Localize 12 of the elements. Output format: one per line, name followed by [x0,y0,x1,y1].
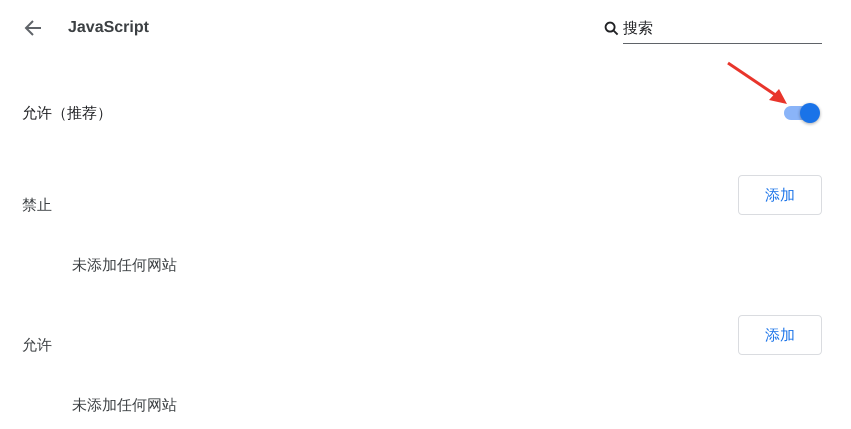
add-button[interactable]: 添加 [738,175,822,215]
search-icon [604,20,619,36]
empty-message: 未添加任何网站 [71,254,178,276]
section-heading: 禁止 [22,196,52,214]
page-title: JavaScript [68,19,149,37]
section-heading: 允许 [22,336,52,354]
search-field[interactable]: 搜索 [604,13,822,43]
toggle-switch[interactable] [784,103,820,123]
back-arrow-icon[interactable] [23,18,43,38]
empty-message: 未添加任何网站 [71,394,178,416]
add-button[interactable]: 添加 [738,315,822,355]
setting-label: 允许（推荐） [22,104,112,122]
